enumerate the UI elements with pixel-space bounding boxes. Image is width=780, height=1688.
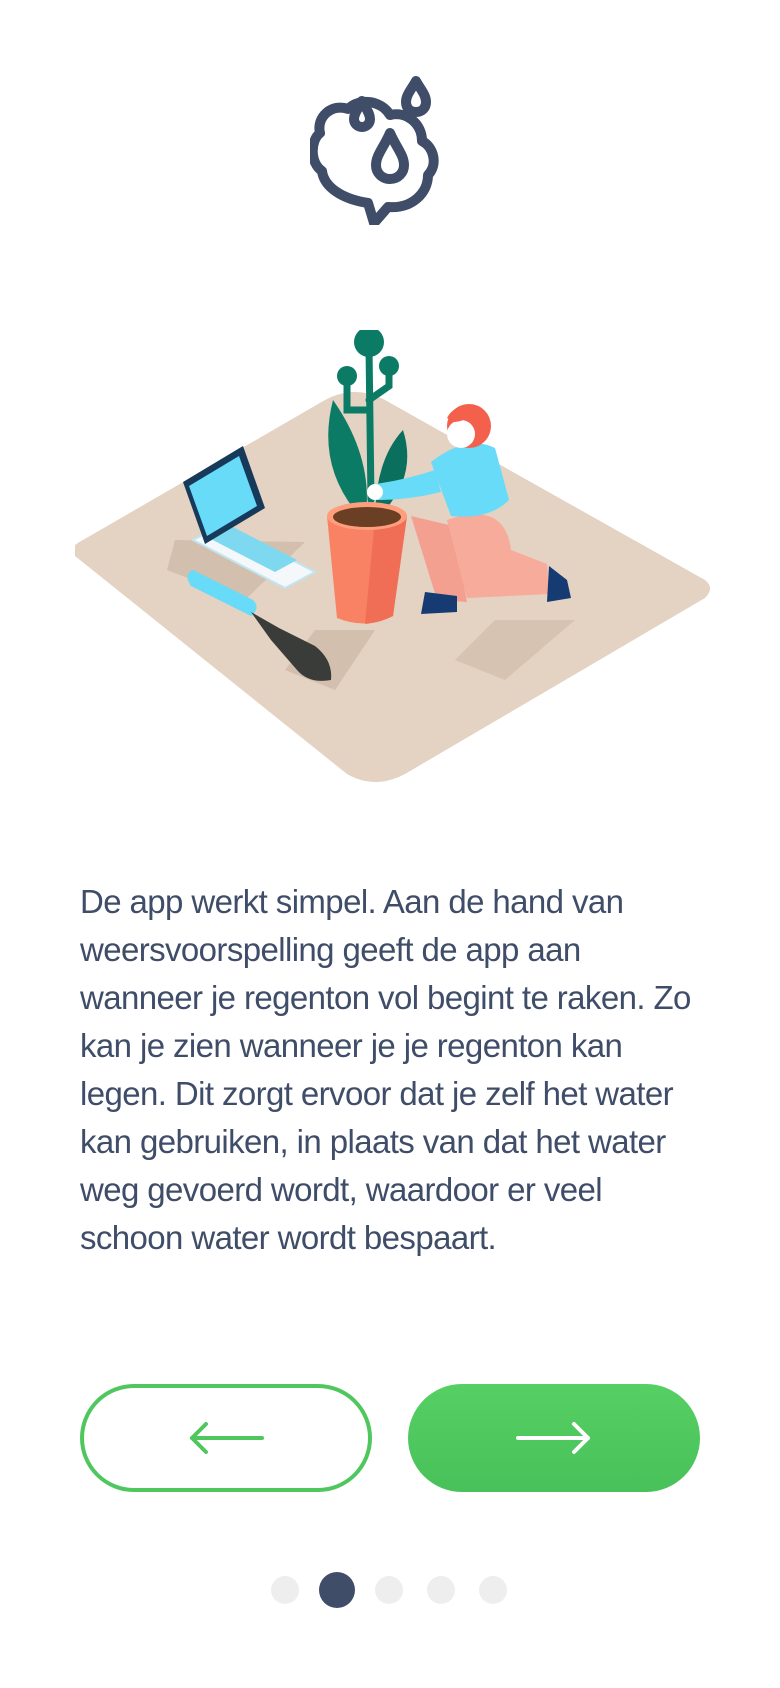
arrow-right-icon [516, 1422, 590, 1454]
brain-raindrops-icon [310, 76, 439, 225]
pagination-dots [0, 1570, 780, 1610]
pagination-dot-3[interactable] [375, 1576, 403, 1604]
arrow-left-icon [190, 1422, 264, 1454]
onboarding-description: De app werkt simpel. Aan de hand van wee… [80, 883, 691, 1256]
pagination-dot-2[interactable] [319, 1572, 355, 1608]
pagination-dot-1[interactable] [271, 1576, 299, 1604]
back-button[interactable] [80, 1384, 372, 1492]
pagination-dot-5[interactable] [479, 1576, 507, 1604]
pagination-dot-4[interactable] [427, 1576, 455, 1604]
next-button[interactable] [408, 1384, 700, 1492]
woman-watering-plant-illustration [75, 330, 710, 782]
